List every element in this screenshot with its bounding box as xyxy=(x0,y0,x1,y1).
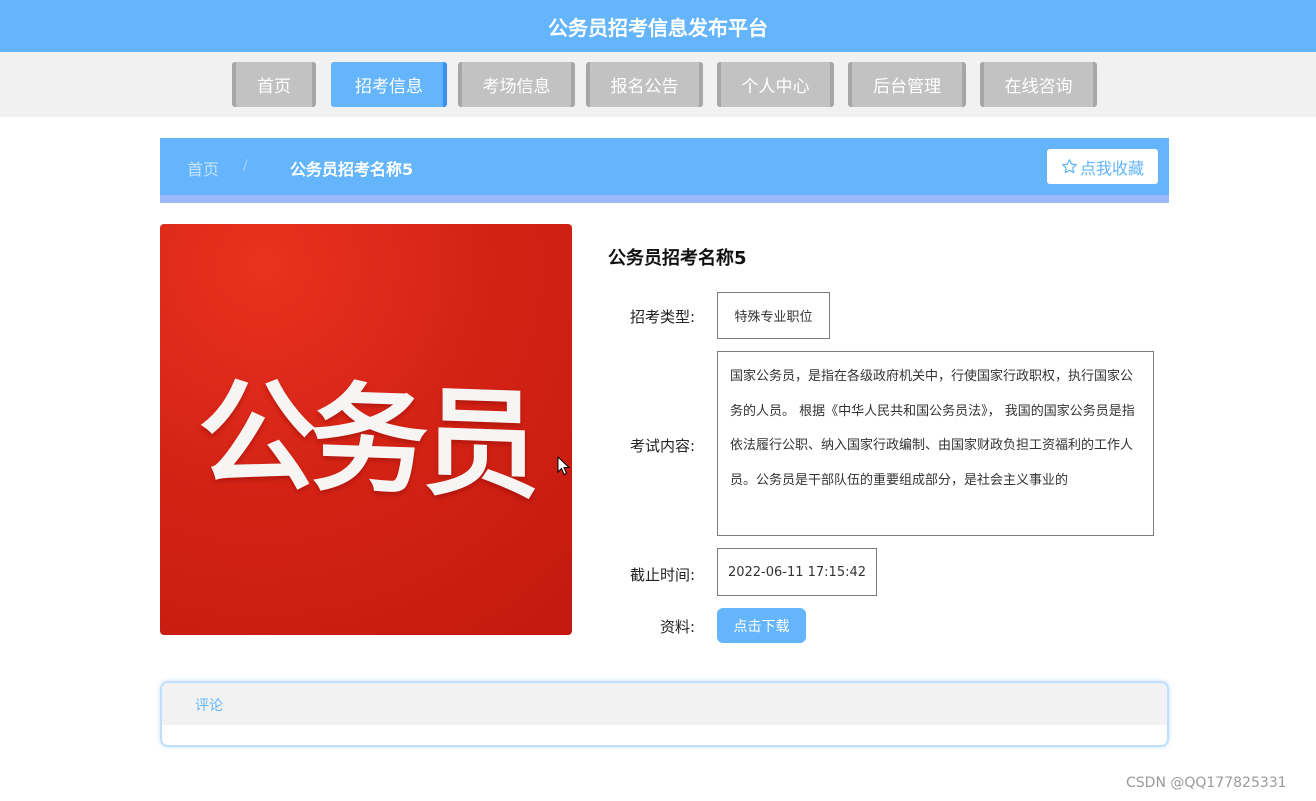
favorite-button[interactable]: 点我收藏 xyxy=(1047,149,1158,184)
nav-item-admin[interactable]: 后台管理 xyxy=(848,62,966,107)
nav-item-recruitment-info[interactable]: 招考信息 xyxy=(331,62,447,107)
comment-tab[interactable]: 评论 xyxy=(195,695,223,715)
comment-tab-bar: 评论 xyxy=(162,683,1167,725)
nav-item-personal-center[interactable]: 个人中心 xyxy=(717,62,834,107)
watermark: CSDN @QQ177825331 xyxy=(1126,775,1287,791)
nav-item-registration-notice[interactable]: 报名公告 xyxy=(586,62,703,107)
deadline-value: 2022-06-11 17:15:42 xyxy=(717,548,877,596)
breadcrumb-separator: / xyxy=(243,158,248,174)
detail-title: 公务员招考名称5 xyxy=(608,248,747,269)
nav-item-exam-venue[interactable]: 考场信息 xyxy=(458,62,575,107)
material-label: 资料: xyxy=(659,618,695,636)
site-header: 公务员招考信息发布平台 xyxy=(0,0,1316,52)
nav-item-home[interactable]: 首页 xyxy=(232,62,316,107)
breadcrumb-home-link[interactable]: 首页 xyxy=(187,156,219,180)
favorite-button-label: 点我收藏 xyxy=(1079,158,1144,178)
star-outline-icon xyxy=(1062,159,1077,174)
download-button[interactable]: 点击下载 xyxy=(717,608,806,643)
main-nav: 首页 招考信息 考场信息 报名公告 个人中心 后台管理 在线咨询 xyxy=(0,52,1316,117)
comment-panel: 评论 xyxy=(160,681,1169,747)
cover-image: 公务员 xyxy=(160,224,572,635)
cover-image-text: 公务员 xyxy=(197,365,534,515)
deadline-label: 截止时间: xyxy=(629,566,695,584)
mouse-cursor-icon xyxy=(557,456,571,476)
nav-item-online-consult[interactable]: 在线咨询 xyxy=(980,62,1097,107)
breadcrumb-current: 公务员招考名称5 xyxy=(290,160,414,179)
site-title: 公务员招考信息发布平台 xyxy=(548,15,768,40)
content-value: 国家公务员，是指在各级政府机关中，行使国家行政职权，执行国家公务的人员。 根据《… xyxy=(717,351,1154,536)
type-value: 特殊专业职位 xyxy=(717,292,830,339)
type-label: 招考类型: xyxy=(629,308,695,326)
content-label: 考试内容: xyxy=(629,437,695,455)
breadcrumb: 首页 / 公务员招考名称5 点我收藏 xyxy=(160,138,1169,203)
